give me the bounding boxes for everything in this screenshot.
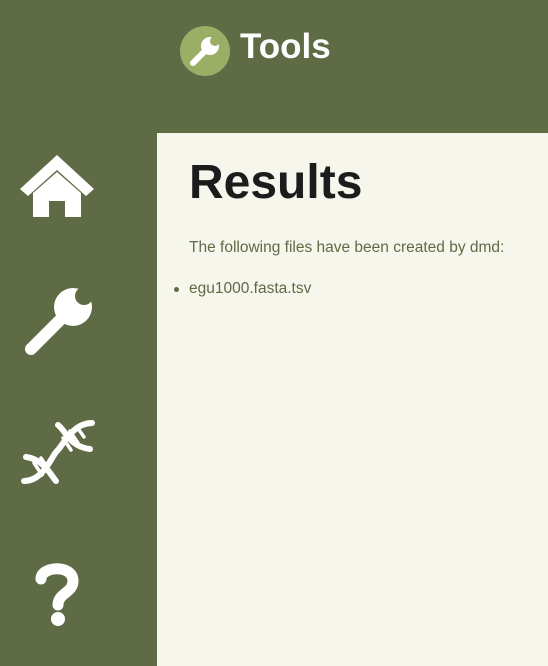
results-intro-text: The following files have been created by… bbox=[189, 239, 505, 256]
sidebar bbox=[0, 133, 157, 666]
page-title: Results bbox=[189, 156, 363, 209]
logo[interactable] bbox=[180, 26, 230, 76]
sidebar-item-tools[interactable] bbox=[14, 278, 100, 364]
sidebar-item-home[interactable] bbox=[14, 145, 100, 231]
sidebar-item-dna[interactable] bbox=[14, 411, 100, 497]
file-list-item[interactable]: egu1000.fasta.tsv bbox=[173, 279, 311, 299]
wrench-icon bbox=[25, 287, 93, 355]
home-icon bbox=[20, 155, 94, 217]
app-title: Tools bbox=[240, 27, 331, 66]
sidebar-item-help[interactable] bbox=[14, 549, 100, 635]
dna-icon bbox=[21, 420, 95, 484]
wrench-icon bbox=[190, 36, 220, 66]
results-panel: Results The following files have been cr… bbox=[157, 133, 548, 666]
question-mark-icon bbox=[35, 563, 79, 626]
app-window: Tools Results The following files have b… bbox=[0, 0, 548, 666]
file-list: egu1000.fasta.tsv bbox=[173, 279, 311, 299]
header: Tools bbox=[0, 0, 548, 133]
